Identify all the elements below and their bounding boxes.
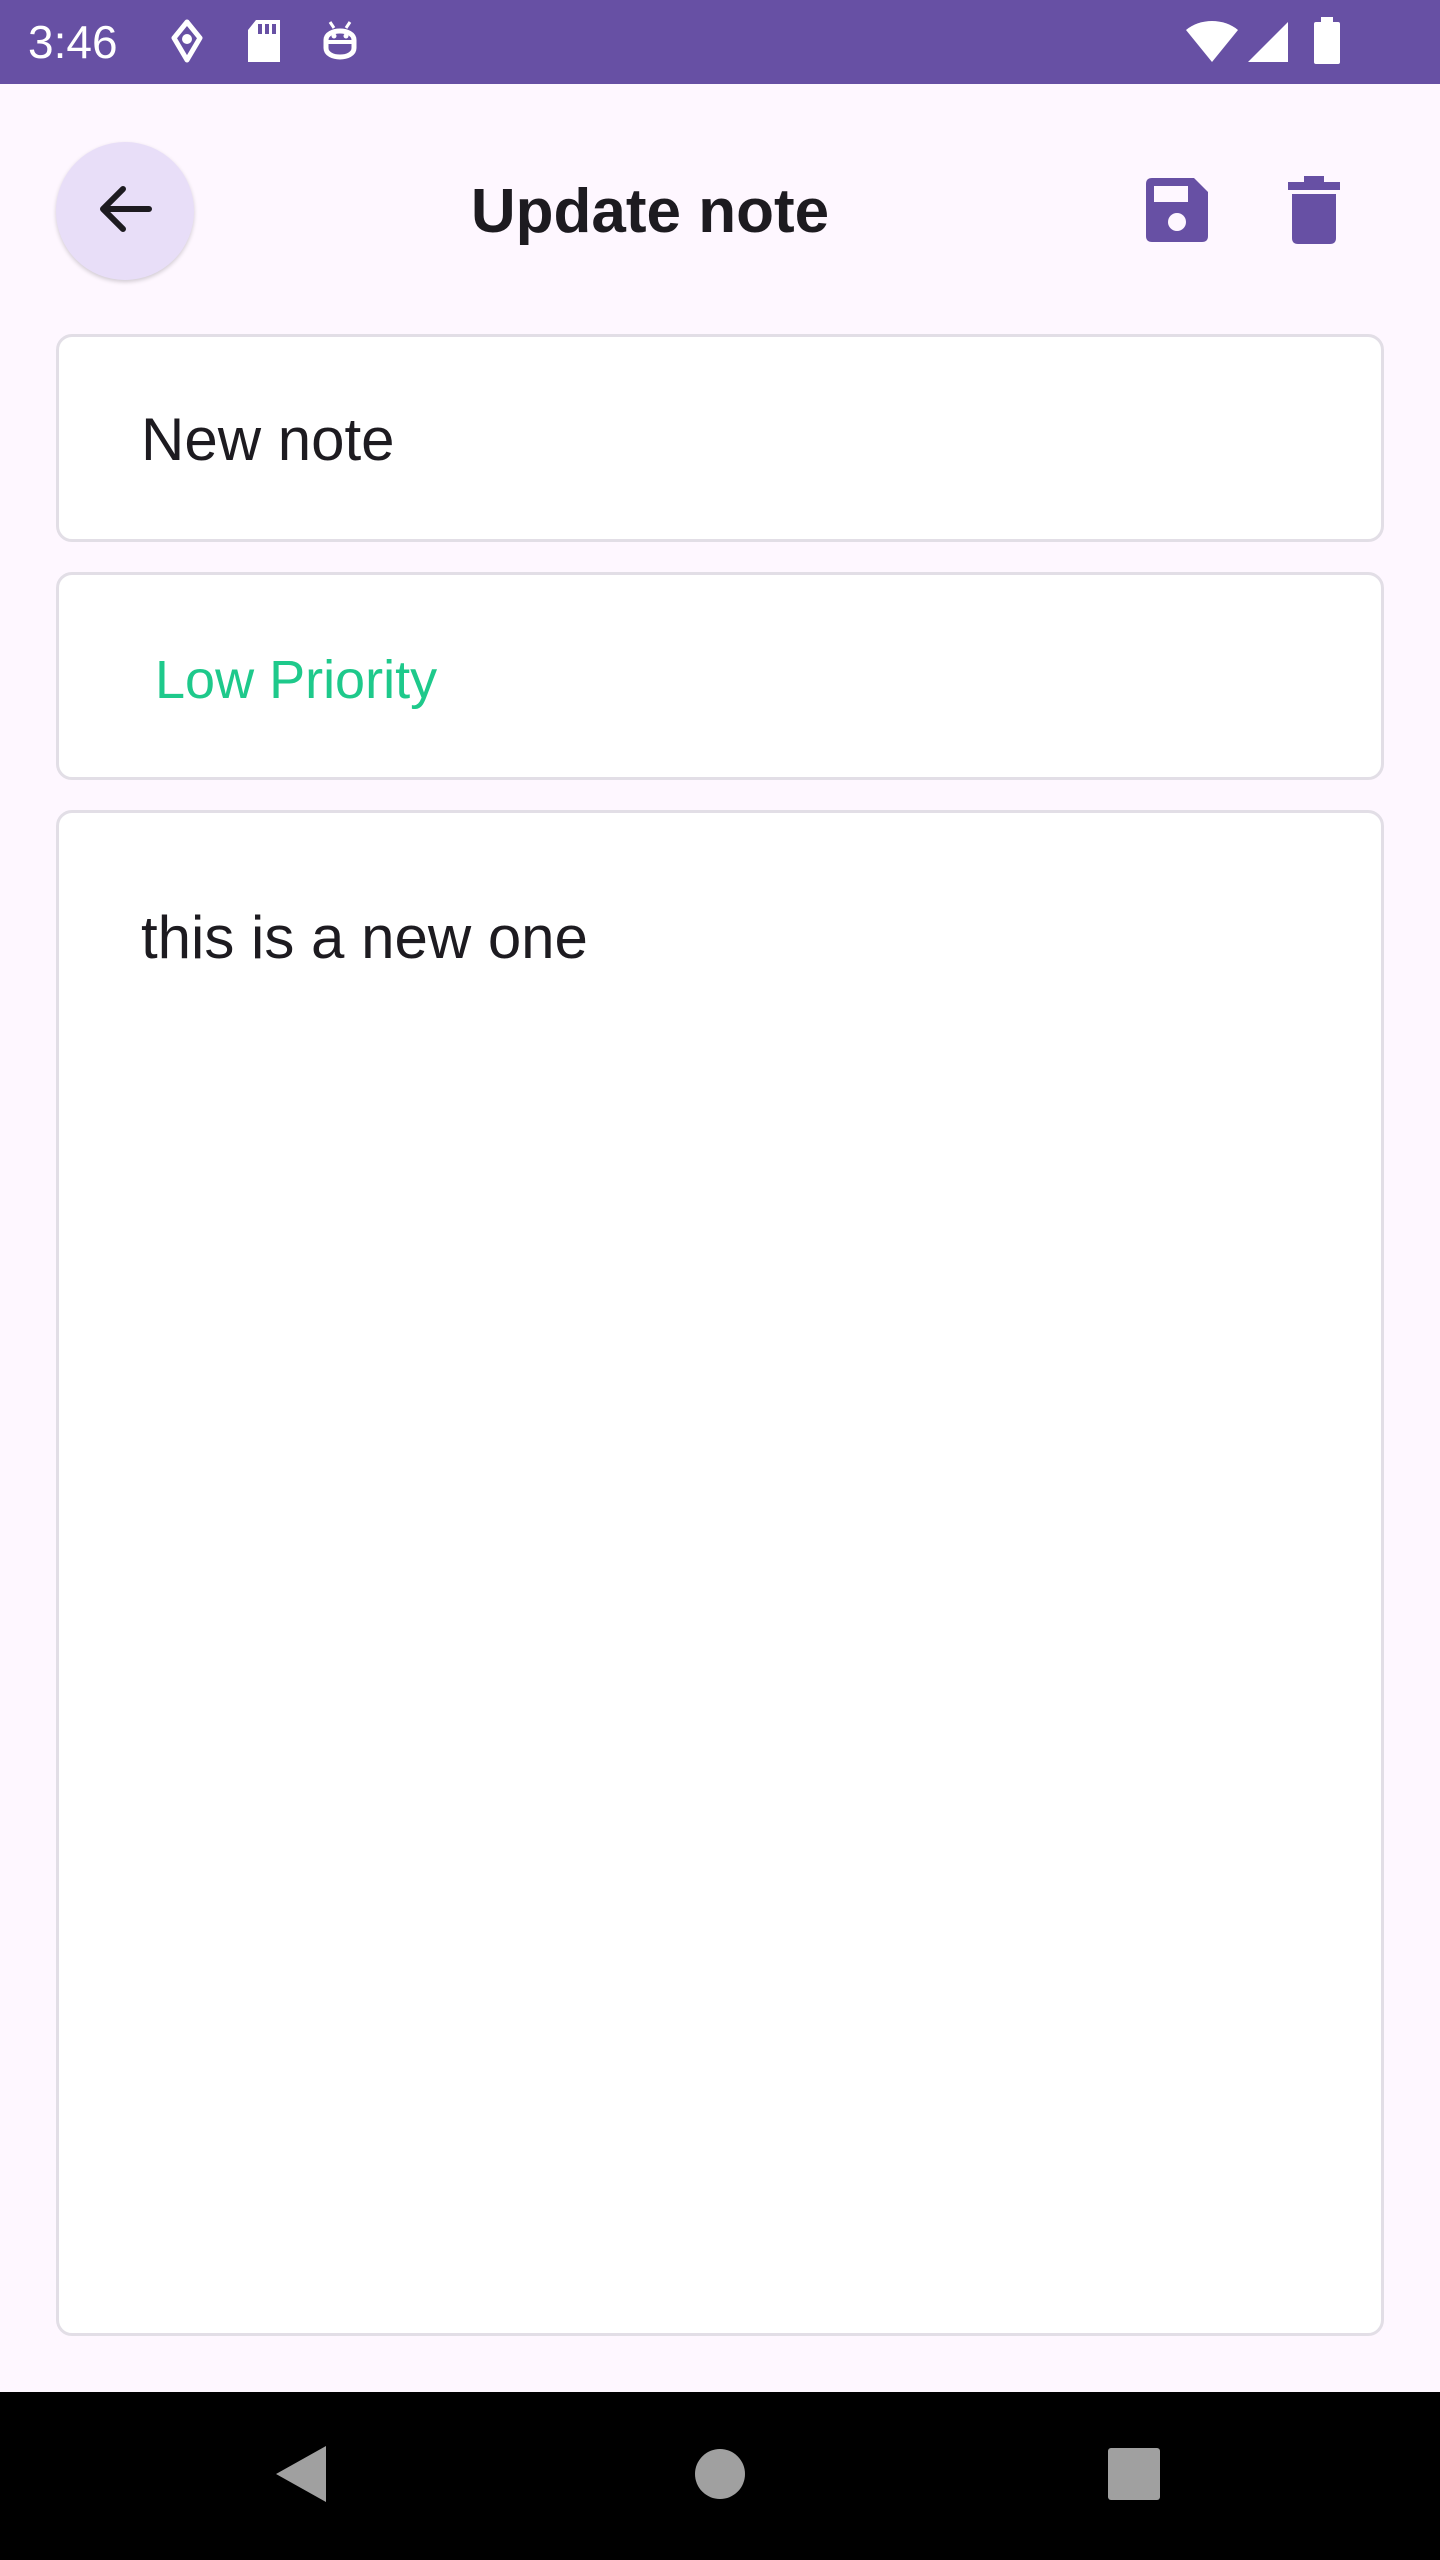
note-body-field[interactable]: this is a new one: [56, 810, 1384, 2336]
note-body-value: this is a new one: [141, 904, 588, 971]
priority-selector[interactable]: Low Priority: [56, 572, 1384, 780]
delete-button[interactable]: [1274, 172, 1354, 252]
save-button[interactable]: [1136, 172, 1216, 252]
android-debug-icon: [320, 18, 360, 71]
top-app-bar: Update note: [0, 84, 1440, 334]
page-title: Update note: [0, 172, 1300, 252]
battery-icon: [1312, 16, 1342, 71]
wifi-icon: [1184, 20, 1240, 69]
nav-home-button[interactable]: [680, 2436, 760, 2516]
nav-recents-button[interactable]: [1094, 2436, 1174, 2516]
note-title-value: New note: [141, 406, 395, 473]
signal-icon: [1246, 20, 1290, 69]
delete-icon: [1284, 174, 1344, 251]
priority-value: Low Priority: [155, 650, 438, 710]
page-title-text: Update note: [470, 177, 830, 246]
navigation-icon: [170, 18, 204, 69]
system-navigation-bar: [0, 2392, 1440, 2560]
home-circle-icon: [692, 2446, 748, 2507]
status-time: 3:46: [28, 16, 118, 68]
nav-back-button[interactable]: [260, 2436, 340, 2516]
recents-square-icon: [1106, 2446, 1162, 2507]
back-triangle-icon: [270, 2442, 330, 2511]
save-icon: [1140, 174, 1212, 251]
status-bar: 3:46: [0, 0, 1440, 84]
sd-card-icon: [244, 18, 284, 69]
note-title-field[interactable]: New note: [56, 334, 1384, 542]
